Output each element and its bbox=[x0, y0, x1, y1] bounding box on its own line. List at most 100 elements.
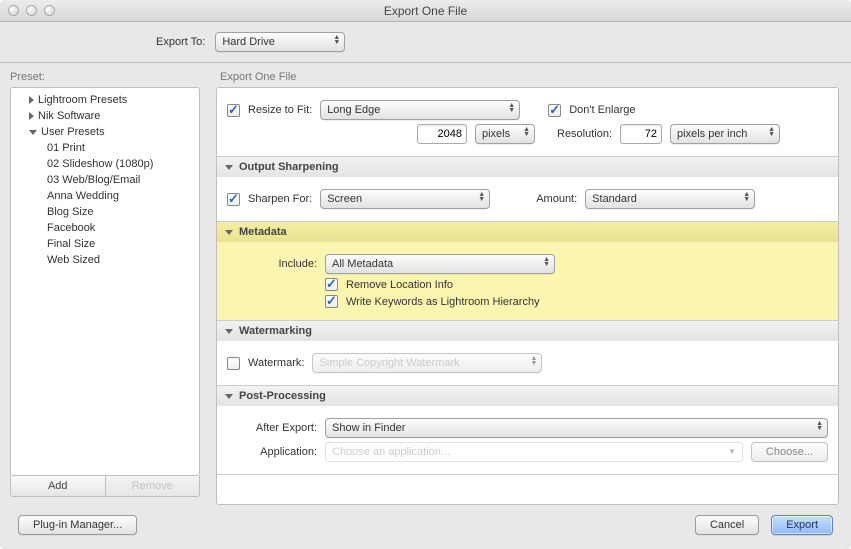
resolution-unit-value: pixels per inch bbox=[677, 128, 747, 140]
preset-item[interactable]: 02 Slideshow (1080p) bbox=[11, 156, 199, 172]
export-dialog: Export One File Export To: Hard Drive ▲▼… bbox=[0, 0, 851, 549]
choose-label: Choose... bbox=[766, 446, 813, 458]
export-to-label: Export To: bbox=[156, 36, 205, 48]
preset-group[interactable]: User Presets bbox=[11, 124, 199, 140]
panel-title: Watermarking bbox=[239, 325, 312, 337]
dont-enlarge-checkbox[interactable] bbox=[548, 104, 561, 117]
preset-group[interactable]: Nik Software bbox=[11, 108, 199, 124]
after-export-label: After Export: bbox=[227, 422, 317, 434]
panel-header[interactable]: Output Sharpening bbox=[217, 157, 838, 177]
panel-metadata: Metadata Include: All Metadata ▲▼ bbox=[217, 222, 838, 321]
updown-icon: ▲▼ bbox=[531, 356, 538, 366]
panel-output-sharpening: Output Sharpening Sharpen For: Screen ▲▼… bbox=[217, 157, 838, 222]
preset-group-label: Lightroom Presets bbox=[38, 94, 127, 106]
settings-header: Export One File bbox=[216, 63, 839, 87]
preset-header: Preset: bbox=[0, 63, 210, 87]
watermark-label: Watermark: bbox=[248, 357, 304, 369]
preset-list[interactable]: Lightroom Presets Nik Software User Pres… bbox=[10, 87, 200, 476]
sharpen-for-checkbox[interactable] bbox=[227, 193, 240, 206]
disclosure-right-icon bbox=[29, 112, 34, 120]
preset-item[interactable]: Facebook bbox=[11, 220, 199, 236]
preset-group-label: User Presets bbox=[41, 126, 105, 138]
panel-title: Metadata bbox=[239, 226, 287, 238]
cancel-label: Cancel bbox=[710, 519, 744, 531]
application-field: Choose an application... ▼ bbox=[325, 442, 743, 462]
disclosure-down-icon bbox=[225, 165, 233, 170]
panel-header[interactable]: Metadata bbox=[217, 222, 838, 242]
include-select[interactable]: All Metadata ▲▼ bbox=[325, 254, 555, 274]
resize-mode-select[interactable]: Long Edge ▲▼ bbox=[320, 100, 520, 120]
amount-value: Standard bbox=[592, 193, 637, 205]
write-hierarchy-label: Write Keywords as Lightroom Hierarchy bbox=[346, 296, 540, 308]
after-export-value: Show in Finder bbox=[332, 422, 405, 434]
panel-image-sizing: Resize to Fit: Long Edge ▲▼ Don't Enlarg… bbox=[217, 88, 838, 157]
main-columns: Preset: Lightroom Presets Nik Software U… bbox=[0, 62, 851, 505]
sharpen-for-select[interactable]: Screen ▲▼ bbox=[320, 189, 490, 209]
cancel-button[interactable]: Cancel bbox=[695, 515, 759, 535]
write-hierarchy-checkbox[interactable] bbox=[325, 295, 338, 308]
include-value: All Metadata bbox=[332, 258, 393, 270]
preset-item[interactable]: Blog Size bbox=[11, 204, 199, 220]
updown-icon: ▲▼ bbox=[816, 421, 823, 431]
remove-preset-button: Remove bbox=[106, 476, 200, 496]
zoom-icon[interactable] bbox=[44, 5, 55, 16]
resolution-label: Resolution: bbox=[557, 128, 612, 140]
watermark-select: Simple Copyright Watermark ▲▼ bbox=[312, 353, 542, 373]
panel-post-processing: Post-Processing After Export: Show in Fi… bbox=[217, 386, 838, 475]
preset-item[interactable]: 03 Web/Blog/Email bbox=[11, 172, 199, 188]
application-label: Application: bbox=[227, 446, 317, 458]
dimension-input[interactable] bbox=[417, 124, 467, 144]
preset-buttons: Add Remove bbox=[10, 476, 200, 497]
panel-header[interactable]: Watermarking bbox=[217, 321, 838, 341]
watermark-checkbox[interactable] bbox=[227, 357, 240, 370]
history-dropdown-icon: ▼ bbox=[728, 447, 736, 456]
application-placeholder: Choose an application... bbox=[332, 446, 450, 458]
window-title: Export One File bbox=[384, 4, 467, 18]
watermark-value: Simple Copyright Watermark bbox=[319, 357, 459, 369]
updown-icon: ▲▼ bbox=[333, 35, 340, 45]
disclosure-down-icon bbox=[225, 329, 233, 334]
updown-icon: ▲▼ bbox=[768, 127, 775, 137]
dialog-footer: Plug-in Manager... Cancel Export bbox=[0, 505, 851, 549]
amount-select[interactable]: Standard ▲▼ bbox=[585, 189, 755, 209]
panel-header[interactable]: Post-Processing bbox=[217, 386, 838, 406]
minimize-icon[interactable] bbox=[26, 5, 37, 16]
preset-item[interactable]: Web Sized bbox=[11, 252, 199, 268]
resize-to-fit-checkbox[interactable] bbox=[227, 104, 240, 117]
titlebar: Export One File bbox=[0, 0, 851, 22]
preset-group[interactable]: Lightroom Presets bbox=[11, 92, 199, 108]
panel-watermarking: Watermarking Watermark: Simple Copyright… bbox=[217, 321, 838, 386]
disclosure-down-icon bbox=[29, 130, 37, 135]
remove-location-label: Remove Location Info bbox=[346, 279, 453, 291]
disclosure-right-icon bbox=[29, 96, 34, 104]
updown-icon: ▲▼ bbox=[523, 127, 530, 137]
preset-item[interactable]: Anna Wedding bbox=[11, 188, 199, 204]
plugin-manager-button[interactable]: Plug-in Manager... bbox=[18, 515, 137, 535]
resolution-input[interactable] bbox=[620, 124, 662, 144]
resize-to-fit-label: Resize to Fit: bbox=[248, 104, 312, 116]
export-to-row: Export To: Hard Drive ▲▼ bbox=[0, 22, 851, 62]
export-to-select[interactable]: Hard Drive ▲▼ bbox=[215, 32, 345, 52]
dimension-unit-select[interactable]: pixels ▲▼ bbox=[475, 124, 535, 144]
settings-column: Export One File Resize to Fit: Long Edge… bbox=[210, 63, 851, 505]
dont-enlarge-label: Don't Enlarge bbox=[569, 104, 635, 116]
preset-item[interactable]: Final Size bbox=[11, 236, 199, 252]
panel-title: Post-Processing bbox=[239, 390, 326, 402]
window-controls bbox=[8, 5, 55, 16]
plugin-manager-label: Plug-in Manager... bbox=[33, 519, 122, 531]
remove-location-checkbox[interactable] bbox=[325, 278, 338, 291]
export-to-value: Hard Drive bbox=[222, 36, 275, 48]
after-export-select[interactable]: Show in Finder ▲▼ bbox=[325, 418, 828, 438]
choose-application-button: Choose... bbox=[751, 442, 828, 462]
updown-icon: ▲▼ bbox=[508, 103, 515, 113]
updown-icon: ▲▼ bbox=[743, 192, 750, 202]
preset-item[interactable]: 01 Print bbox=[11, 140, 199, 156]
resolution-unit-select[interactable]: pixels per inch ▲▼ bbox=[670, 124, 780, 144]
settings-panels: Resize to Fit: Long Edge ▲▼ Don't Enlarg… bbox=[216, 87, 839, 505]
add-preset-button[interactable]: Add bbox=[11, 476, 106, 496]
close-icon[interactable] bbox=[8, 5, 19, 16]
updown-icon: ▲▼ bbox=[543, 257, 550, 267]
export-button[interactable]: Export bbox=[771, 515, 833, 535]
preset-group-label: Nik Software bbox=[38, 110, 100, 122]
amount-label: Amount: bbox=[536, 193, 577, 205]
